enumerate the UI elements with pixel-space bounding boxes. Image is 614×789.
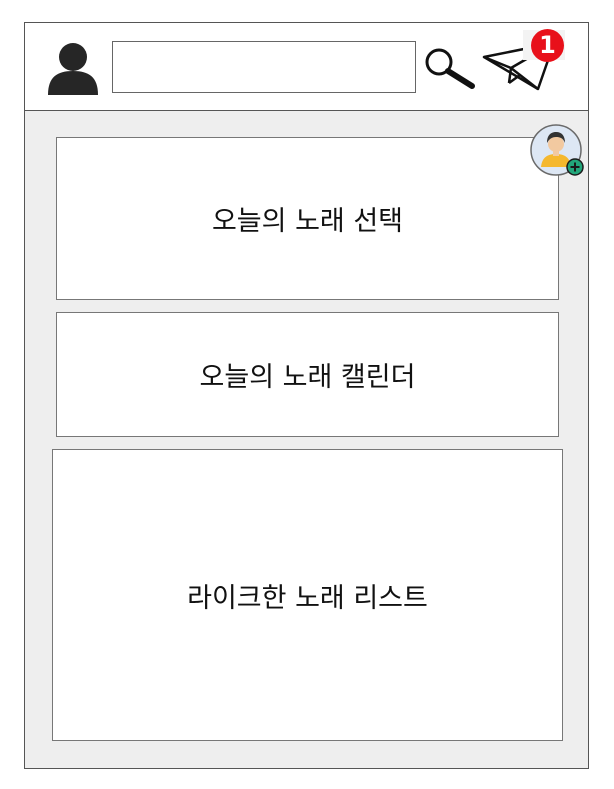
top-bar: 1 — [25, 23, 588, 111]
today-song-calendar-card[interactable]: 오늘의 노래 캘린더 — [56, 312, 559, 437]
today-song-calendar-label: 오늘의 노래 캘린더 — [199, 362, 416, 393]
today-song-select-label: 오늘의 노래 선택 — [211, 206, 404, 237]
today-song-select-card[interactable]: 오늘의 노래 선택 — [56, 137, 559, 300]
notification-badge: 1 — [531, 29, 564, 62]
liked-songs-list-label: 라이크한 노래 리스트 — [187, 582, 428, 614]
user-profile-icon[interactable] — [47, 41, 99, 95]
liked-songs-list-card[interactable]: 라이크한 노래 리스트 — [52, 449, 563, 741]
add-friend-icon[interactable] — [530, 124, 586, 180]
messages-button[interactable]: 1 — [480, 29, 565, 95]
app-frame: 1 오늘의 노래 선택 오늘의 노래 캘린더 라이크한 노래 리스트 — [24, 22, 589, 769]
search-input[interactable] — [112, 41, 416, 93]
search-icon[interactable] — [424, 47, 478, 89]
